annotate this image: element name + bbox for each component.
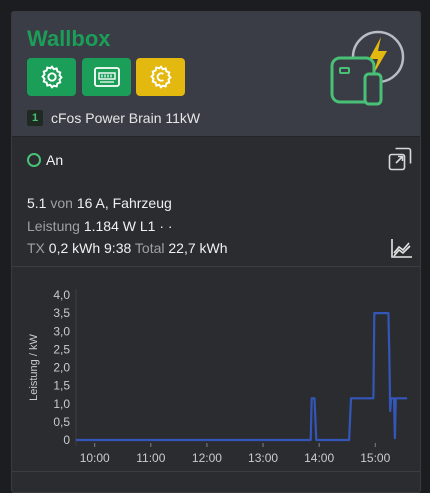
power-chart: Leistung / kW 4,0 3,5 3,0 2,5 2,0 1,5 1,0 0,5 0 10… [12,275,420,475]
y-tick-label: 0,5 [53,415,70,429]
wallbox-card: Wallbox 1 cFos Power Brain 11kW An 5.1 v… [11,11,421,493]
x-tick-label: 15:00 [360,451,390,465]
gear-icon [40,65,63,89]
y-tick-label: 2,5 [53,342,70,356]
energy-line: TX 0,2 kWh 9:38 Total 22,7 kWh [27,240,228,256]
meter-button[interactable] [82,58,131,96]
status-text: An [46,152,64,168]
wallbox-charging-icon [330,30,405,106]
card-title: Wallbox [27,26,111,51]
power-value: 1.184 W L1 · · [83,218,173,234]
current-max: 16 A, Fahrzeug [76,195,172,211]
divider [12,471,420,472]
expand-icon[interactable] [388,147,412,171]
current-line: 5.1 von 16 A, Fahrzeug [27,195,172,211]
current-value: 5.1 [27,195,47,211]
divider [12,266,420,267]
y-tick-label: 3,5 [53,306,70,320]
x-tick-label: 10:00 [80,451,110,465]
device-row: 1 cFos Power Brain 11kW [27,108,200,128]
meter-icon [93,67,120,87]
power-series-line [76,312,408,442]
tx-value: 0,2 kWh 9:38 [48,240,132,256]
device-name: cFos Power Brain 11kW [51,110,201,126]
y-tick-label: 4,0 [53,288,70,302]
schedule-settings-button[interactable] [136,58,185,96]
x-tick-label: 14:00 [304,451,334,465]
chart-toggle-icon[interactable] [391,238,413,258]
y-tick-label: 1,5 [53,379,70,393]
tx-label: TX [27,240,45,256]
total-value: 22,7 kWh [168,240,228,256]
y-tick-label: 1,0 [53,397,70,411]
power-label: Leistung [27,218,80,234]
total-label: Total [134,240,165,256]
device-index-badge: 1 [27,110,43,126]
settings-clock-icon [149,65,172,89]
y-tick-label: 2,0 [53,361,70,375]
card-header: Wallbox 1 cFos Power Brain 11kW [12,12,420,137]
x-tick-label: 13:00 [248,451,278,465]
x-tick-label: 12:00 [192,451,222,465]
x-tick-label: 11:00 [136,451,165,465]
y-tick-label: 0 [63,433,70,447]
power-chart-svg: Leistung / kW 4,0 3,5 3,0 2,5 2,0 1,5 1,0 0,5 0 10… [28,288,408,465]
settings-button[interactable] [27,58,76,96]
y-tick-label: 3,0 [53,324,70,338]
y-axis-label: Leistung / kW [28,334,40,401]
power-line: Leistung 1.184 W L1 · · [27,218,173,234]
von-label: von [50,195,73,211]
status-indicator-icon [27,153,41,167]
status-row: An [27,150,63,170]
